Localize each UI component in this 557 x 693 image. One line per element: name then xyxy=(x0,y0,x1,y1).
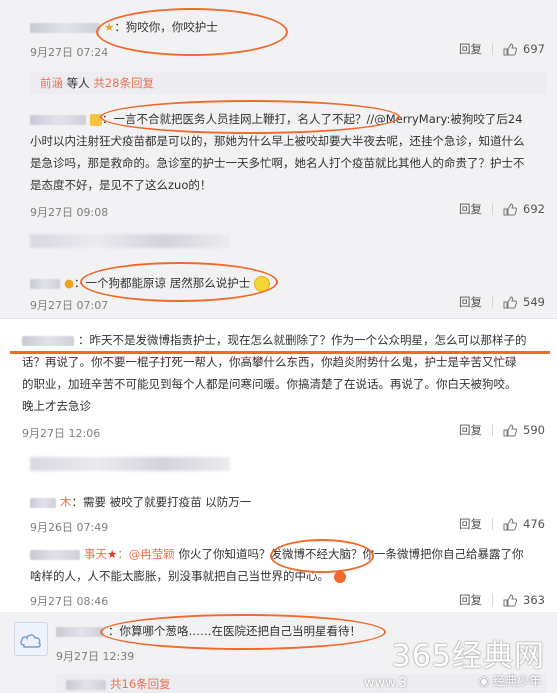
like-count: 476 xyxy=(523,517,545,531)
watermark-url: www.3 xyxy=(363,676,407,691)
sub-reply-text: 等人 xyxy=(63,76,94,90)
vip-icon xyxy=(90,113,102,126)
comment-time: 9月27日 07:07 xyxy=(30,299,109,312)
wechat-label: 经典少年 xyxy=(492,674,541,688)
sub-reply-bar[interactable]: 共16条回复 xyxy=(56,674,547,693)
blurred-username[interactable] xyxy=(30,549,80,560)
thumbs-up-icon[interactable] xyxy=(503,593,518,607)
divider xyxy=(492,296,494,308)
divider xyxy=(492,203,494,215)
divider xyxy=(492,43,494,55)
screenshot-panel-bottom: ：你算哪个葱咯……在医院还把自己当明星看待！ 9月27日 12:39 共16条回… xyxy=(0,612,557,693)
blurred-username[interactable] xyxy=(22,335,74,346)
site-watermark: 365经典网 xyxy=(391,639,545,674)
comment-time: 9月27日 09:08 xyxy=(30,206,109,219)
more-replies-link[interactable]: 共28条回复 xyxy=(93,76,154,90)
screenshot-panel-top: ★：狗咬你，你咬护士 9月27日 07:24 回复 697 前涵 等人 共28条… xyxy=(0,0,557,318)
avatar[interactable] xyxy=(14,622,48,656)
username-suffix[interactable]: 木 xyxy=(60,495,72,509)
divider xyxy=(492,594,494,606)
comment-time: 9月27日 12:39 xyxy=(56,650,135,663)
more-replies-link[interactable]: 共16条回复 xyxy=(110,677,171,691)
like-count: 590 xyxy=(523,423,545,437)
comment-text-line: 话？再说了。你不要一棍子打死一帮人，你高攀什么东西，你趋炎附势什么鬼，护士是辛苦… xyxy=(22,355,517,369)
like-count: 549 xyxy=(523,295,545,309)
thumbs-up-icon[interactable] xyxy=(503,517,518,531)
comment-text-line: 啥样的人，人不能太膨胀，别没事就把自己当世界的中心。 xyxy=(30,569,329,583)
comment-text: 事天★：@冉莹颖 你火了你知道吗？发微博不经大脑？你一条微博把你自己给暴露了你 xyxy=(30,543,523,565)
thumbs-up-icon[interactable] xyxy=(503,295,518,309)
reply-button[interactable]: 回复 xyxy=(459,294,482,310)
blurred-username[interactable] xyxy=(30,278,60,289)
comment-text: ●：一个狗都能原谅 居然那么说护士 xyxy=(30,272,270,294)
comment-text: ★：狗咬你，你咬护士 xyxy=(30,16,218,38)
comment-text-line: 小时以内注射狂犬疫苗都是可以的，那她为什么早上被咬却要大半夜去呢，还挂个急诊，知… xyxy=(30,134,525,148)
comment-time: 9月27日 07:24 xyxy=(30,46,109,59)
reply-button[interactable]: 回复 xyxy=(459,592,482,608)
comment-text-line: 晚上才去急诊 xyxy=(22,399,91,413)
reply-button[interactable]: 回复 xyxy=(459,516,482,532)
like-count: 363 xyxy=(523,593,545,607)
comment-text: ：一言不合就把医务人员挂网上鞭打，名人了不起？//@MerryMary:被狗咬了… xyxy=(30,108,522,130)
comment-time: 9月26日 07:49 xyxy=(30,521,109,534)
badge-icon: ★ xyxy=(107,547,118,561)
username-suffix[interactable]: 事天 xyxy=(84,547,107,561)
comment-text-line: 是急诊吗，那是救命的。急诊室的护士一天多忙啊，她名人打个疫苗就比其他人的命贵了？… xyxy=(30,156,525,170)
comment-actions: 回复 697 xyxy=(459,41,545,57)
cloud-icon xyxy=(20,634,41,648)
blurred-sub-reply xyxy=(30,234,230,248)
comment-actions: 回复 476 xyxy=(459,516,545,532)
sub-reply-user[interactable]: 前涵 xyxy=(40,76,63,90)
comment-text-line: 是态度不好，是见不了这么zuo的！ xyxy=(30,178,212,192)
thumbs-up-icon[interactable] xyxy=(503,42,518,56)
screenshot-panel-middle: ：昨天不是发微博指责护士，现在怎么就删除了？作为一个公众明星，怎么可以那样子的 … xyxy=(0,318,557,606)
blurred-username[interactable] xyxy=(30,22,100,33)
blurred-sub-reply xyxy=(30,457,230,471)
comment-time: 9月27日 08:46 xyxy=(30,595,109,606)
comment-actions: 回复 590 xyxy=(459,422,545,438)
reply-button[interactable]: 回复 xyxy=(459,422,482,438)
reply-button[interactable]: 回复 xyxy=(459,41,482,57)
comment-time: 9月27日 12:06 xyxy=(22,427,101,440)
sub-reply-bar[interactable]: 前涵 等人 共28条回复 xyxy=(30,72,547,94)
comment-text: 木：需要 被咬了就要打疫苗 以防万一 xyxy=(30,491,251,513)
badge-icon: ● xyxy=(64,276,75,290)
annotation-underline xyxy=(10,351,550,354)
comment-actions: 回复 363 xyxy=(459,592,545,608)
blurred-username[interactable] xyxy=(66,679,106,690)
blurred-username[interactable] xyxy=(30,497,56,508)
comment-text-line: 的职业，加班辛苦不可能见到每个人都是问寒问暖。你搞清楚了在说话。再说了。你白天被… xyxy=(22,377,517,391)
blurred-username[interactable] xyxy=(30,114,86,125)
like-count: 697 xyxy=(523,42,545,56)
comment-actions: 回复 692 xyxy=(459,201,545,217)
comment-actions: 回复 549 xyxy=(459,294,545,310)
comment-text: ：你算哪个葱咯……在医院还把自己当明星看待！ xyxy=(56,620,361,642)
divider xyxy=(492,424,494,436)
annotation-dot xyxy=(334,571,346,583)
like-count: 692 xyxy=(523,202,545,216)
thumbs-up-icon[interactable] xyxy=(503,423,518,437)
wechat-watermark: ◉ 经典少年 xyxy=(479,672,541,689)
comment-text: ：昨天不是发微博指责护士，现在怎么就删除了？作为一个公众明星，怎么可以那样子的 xyxy=(22,329,527,351)
divider xyxy=(492,518,494,530)
thumbs-up-icon[interactable] xyxy=(503,202,518,216)
mention-link[interactable]: ：@冉莹颖 xyxy=(117,547,175,561)
smile-emoji-icon xyxy=(253,275,270,292)
wechat-icon: ◉ xyxy=(478,674,493,688)
badge-icon: ★ xyxy=(104,20,115,34)
blurred-username[interactable] xyxy=(56,626,104,637)
reply-button[interactable]: 回复 xyxy=(459,201,482,217)
